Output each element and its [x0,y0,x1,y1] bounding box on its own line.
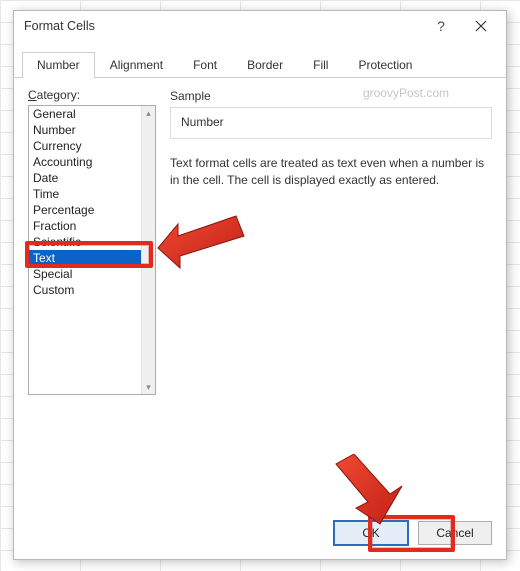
category-listbox[interactable]: GeneralNumberCurrencyAccountingDateTimeP… [28,105,156,395]
dialog-button-row: OK Cancel [334,521,492,545]
tab-alignment[interactable]: Alignment [95,52,178,78]
sample-value: Number [181,115,224,129]
tab-number[interactable]: Number [22,52,95,78]
close-button[interactable] [464,14,498,38]
scroll-up-icon[interactable]: ▴ [142,106,155,120]
list-item-text[interactable]: Text [29,250,141,266]
list-item-currency[interactable]: Currency [29,138,141,154]
scroll-down-icon[interactable]: ▾ [142,380,155,394]
help-button[interactable]: ? [424,14,458,38]
tab-font[interactable]: Font [178,52,232,78]
list-item-accounting[interactable]: Accounting [29,154,141,170]
list-item-special[interactable]: Special [29,266,141,282]
tab-border[interactable]: Border [232,52,298,78]
right-panel: groovyPost.com Sample Number Text format… [156,88,492,518]
tab-fill[interactable]: Fill [298,52,343,78]
watermark: groovyPost.com [363,86,449,100]
list-item-custom[interactable]: Custom [29,282,141,298]
dialog-body: Category: GeneralNumberCurrencyAccountin… [14,78,506,518]
category-column: Category: GeneralNumberCurrencyAccountin… [28,88,156,518]
ok-button[interactable]: OK [334,521,408,545]
list-item-percentage[interactable]: Percentage [29,202,141,218]
sample-box: Number [170,107,492,139]
list-item-general[interactable]: General [29,106,141,122]
category-label: Category: [28,88,156,102]
list-item-scientific[interactable]: Scientific [29,234,141,250]
titlebar: Format Cells ? [14,11,506,41]
cancel-button[interactable]: Cancel [418,521,492,545]
dialog-title: Format Cells [24,19,424,33]
category-description: Text format cells are treated as text ev… [170,155,492,190]
tab-strip: Number Alignment Font Border Fill Protec… [14,41,506,78]
list-item-time[interactable]: Time [29,186,141,202]
listbox-scrollbar[interactable]: ▴ ▾ [141,106,155,394]
list-item-fraction[interactable]: Fraction [29,218,141,234]
tab-protection[interactable]: Protection [343,52,427,78]
format-cells-dialog: Format Cells ? Number Alignment Font Bor… [13,10,507,560]
list-item-date[interactable]: Date [29,170,141,186]
list-item-number[interactable]: Number [29,122,141,138]
